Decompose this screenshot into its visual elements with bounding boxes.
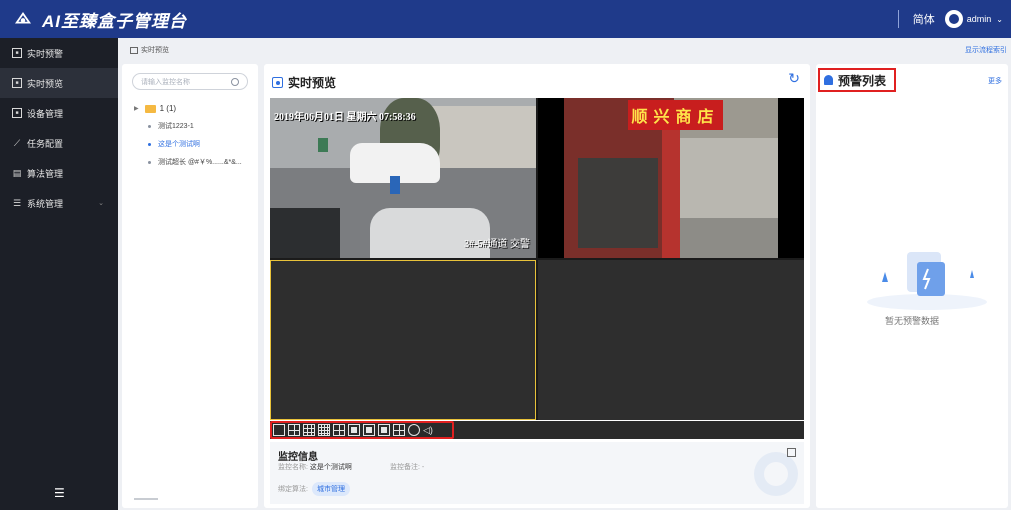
video-cell[interactable]: 顺兴商店 <box>538 98 804 258</box>
camera-tree-panel: 请输入监控名称 ▶ 1 (1) 测试1223-1 这是个测试啊 测试超长 @#￥… <box>122 64 258 508</box>
sidebar-item-label: 实时预警 <box>27 48 64 59</box>
info-title: 监控信息 <box>278 452 318 463</box>
video-timestamp: 2019年06月01日 星期六 07:58:36 <box>274 112 416 123</box>
more-link[interactable]: 更多 <box>988 76 1002 86</box>
sidebar-item-label: 设备管理 <box>27 108 64 119</box>
tree-node-camera[interactable]: 这是个测试啊 <box>148 139 258 149</box>
video-cell[interactable] <box>538 260 804 420</box>
settings-icon: ☰ <box>12 197 22 208</box>
guide-link[interactable]: 显示流程索引 <box>965 45 1007 55</box>
field-label: 监控备注: <box>390 464 420 471</box>
app-title: AI至臻盒子管理台 <box>42 11 187 31</box>
tree-node-label: 测试超长 @#￥%......&*&... <box>158 159 242 166</box>
bullet-icon <box>148 160 151 164</box>
window-icon[interactable] <box>378 424 390 436</box>
video-channel-label: 3#-5#通道 交警 <box>464 239 530 250</box>
language-switch[interactable]: 简体 <box>913 11 935 27</box>
chevron-down-icon: ⌄ <box>98 200 104 207</box>
user-icon <box>948 14 959 24</box>
tree-node-label: 这是个测试啊 <box>158 141 200 148</box>
folder-icon <box>144 104 156 113</box>
camera-icon <box>272 77 283 88</box>
sidebar-item-label: 任务配置 <box>27 138 64 149</box>
sidebar-item-system[interactable]: ☰ 系统管理 ⌄ <box>0 188 118 218</box>
field-label: 监控名称: <box>278 464 308 471</box>
logo: AI至臻盒子管理台 <box>14 7 187 32</box>
bell-icon <box>824 75 833 85</box>
chart-icon: ⟋ <box>13 137 21 148</box>
search-icon[interactable] <box>231 77 239 86</box>
chevron-down-icon[interactable]: ⌄ <box>996 15 1003 24</box>
split-1-icon[interactable] <box>273 424 285 436</box>
field-value: - <box>421 464 425 471</box>
video-cell-selected[interactable] <box>270 260 536 420</box>
alert-list-header: 预警列表 <box>818 68 896 92</box>
cloud-logo-icon <box>14 12 32 24</box>
split-6-icon[interactable] <box>333 424 345 436</box>
field-label: 绑定算法: <box>278 486 308 493</box>
tree-node-camera[interactable]: 测试超长 @#￥%......&*&... <box>148 157 258 167</box>
field-value: 这是个测试啊 <box>309 464 352 471</box>
panel-title: 预警列表 <box>838 73 887 88</box>
tree-node-camera[interactable]: 测试1223-1 <box>148 121 258 131</box>
tree-node-label: 1 (1) <box>159 104 177 113</box>
username[interactable]: admin <box>967 14 992 24</box>
sidebar-item-label: 系统管理 <box>27 198 64 209</box>
empty-data-icon <box>867 252 987 310</box>
qr-icon[interactable] <box>787 448 796 457</box>
preview-icon: ■ <box>12 78 22 88</box>
panel-title: 实时预览 <box>288 76 337 90</box>
video-grid: 2019年06月01日 星期六 07:58:36 3#-5#通道 交警 顺兴商店 <box>270 98 804 420</box>
camera-name: 监控名称: 这是个测试啊 <box>278 462 352 472</box>
sidebar-item-label: 实时预览 <box>27 78 64 89</box>
ptz-icon[interactable] <box>408 424 420 436</box>
divider <box>897 10 899 28</box>
split-4-icon[interactable] <box>288 424 300 436</box>
live-preview-panel: 实时预览 ↻ 2019年06月01日 星期六 07:58:36 3#-5#通道 … <box>264 64 810 508</box>
split-16-icon[interactable] <box>318 424 330 436</box>
search-input[interactable]: 请输入监控名称 <box>132 73 248 90</box>
monitor-icon: ■ <box>12 48 22 58</box>
scrollbar[interactable] <box>134 498 158 500</box>
sidebar-item-label: 算法管理 <box>27 168 64 179</box>
sidebar: ■ 实时预警 ■ 实时预览 ■ 设备管理 ⟋ 任务配置 ▤ 算法管理 ☰ 系统管… <box>0 38 118 510</box>
breadcrumb: 实时预览 显示流程索引 <box>118 38 1011 62</box>
tree-node-root[interactable]: ▶ 1 (1) <box>134 104 258 113</box>
sidebar-item-realtime-preview[interactable]: ■ 实时预览 <box>0 68 118 98</box>
top-bar: AI至臻盒子管理台 简体 admin ⌄ <box>0 0 1011 38</box>
camera-remark: 监控备注: - <box>390 462 424 472</box>
avatar[interactable] <box>944 10 963 28</box>
alert-list-panel: 预警列表 更多 暂无预警数据 <box>816 64 1008 508</box>
expand-icon[interactable]: ▶ <box>134 105 139 112</box>
sidebar-item-algorithm[interactable]: ▤ 算法管理 <box>0 158 118 188</box>
volume-icon[interactable]: ◁) <box>423 424 435 436</box>
breadcrumb-current: 实时预览 <box>141 47 169 54</box>
camera-info: 监控信息 监控名称: 这是个测试啊 监控备注: - 绑定算法: 城市管理 <box>270 442 804 504</box>
video-toolbar: ◁) <box>270 421 804 439</box>
algorithm-icon: ▤ <box>12 167 22 178</box>
shop-sign: 顺兴商店 <box>628 100 723 130</box>
fullscreen-icon[interactable] <box>393 424 405 436</box>
snapshot-icon[interactable] <box>348 424 360 436</box>
preview-icon <box>130 46 138 54</box>
sidebar-item-device[interactable]: ■ 设备管理 <box>0 98 118 128</box>
record-icon[interactable] <box>363 424 375 436</box>
bullet-icon <box>148 124 151 128</box>
bound-algorithm: 绑定算法: 城市管理 <box>278 482 350 496</box>
video-cell[interactable]: 2019年06月01日 星期六 07:58:36 3#-5#通道 交警 <box>270 98 536 258</box>
sidebar-item-task[interactable]: ⟋ 任务配置 <box>0 128 118 158</box>
refresh-icon[interactable]: ↻ <box>788 70 800 87</box>
device-icon: ■ <box>12 108 22 118</box>
empty-state-text: 暂无预警数据 <box>884 316 939 326</box>
tree-node-label: 测试1223-1 <box>158 123 194 130</box>
sidebar-item-realtime-alert[interactable]: ■ 实时预警 <box>0 38 118 68</box>
search-placeholder: 请输入监控名称 <box>141 78 190 86</box>
bullet-icon <box>148 142 151 146</box>
split-9-icon[interactable] <box>303 424 315 436</box>
menu-toggle-icon[interactable]: ☰ <box>54 486 65 500</box>
algorithm-tag[interactable]: 城市管理 <box>311 482 350 496</box>
